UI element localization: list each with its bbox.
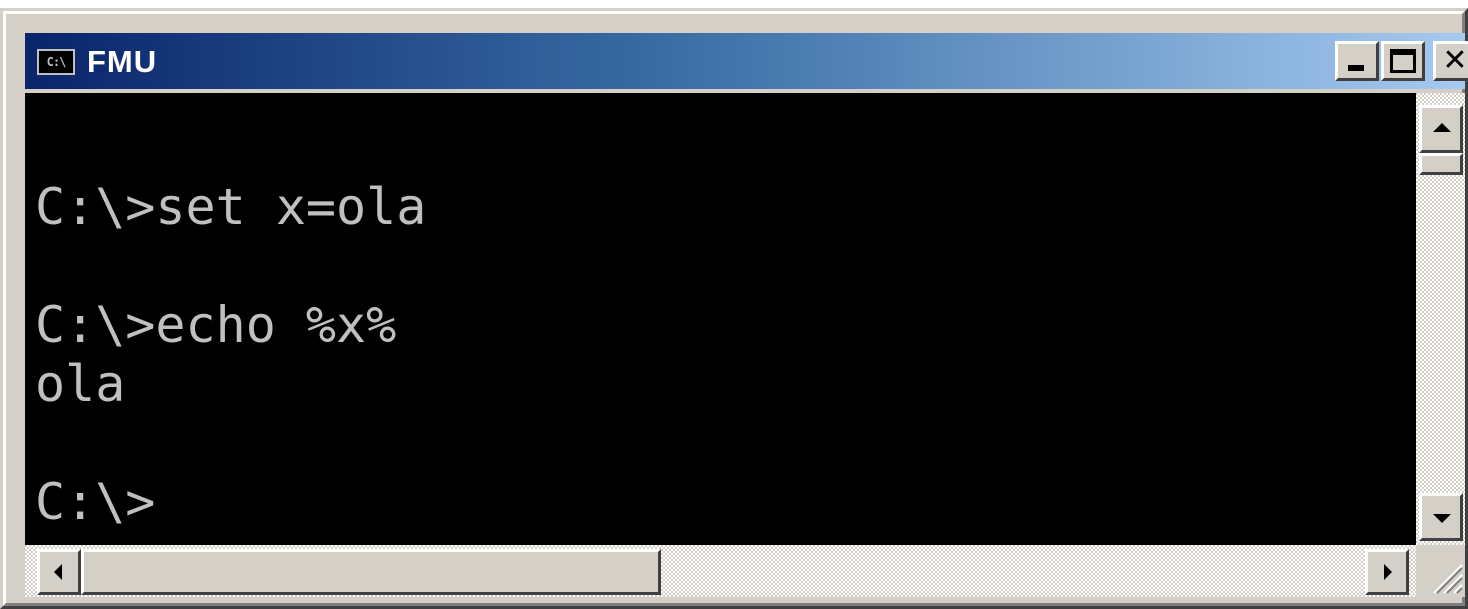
- console-lines: C:\>set x=ola C:\>echo %x% ola C:\>: [35, 119, 426, 532]
- title-bar[interactable]: C:\ FMU ✕: [25, 33, 1468, 89]
- arrow-down-icon: [1433, 514, 1451, 523]
- console-output[interactable]: C:\>set x=ola C:\>echo %x% ola C:\>: [25, 93, 1416, 545]
- vertical-scroll-thumb[interactable]: [1419, 153, 1463, 175]
- console-prompt-line: C:\>: [35, 473, 156, 531]
- arrow-up-icon: [1433, 123, 1451, 132]
- window-title: FMU: [87, 44, 158, 79]
- console-line: C:\>set x=ola: [35, 178, 427, 236]
- scroll-right-button[interactable]: [1365, 549, 1409, 595]
- console-window: C:\ FMU ✕ C:\>set x=ola C:\>echo %x% ola…: [0, 8, 1468, 609]
- scroll-left-button[interactable]: [37, 549, 81, 595]
- minimize-button[interactable]: [1335, 41, 1379, 81]
- console-line: C:\>echo %x%: [35, 296, 397, 354]
- console-line: ola: [35, 355, 126, 413]
- vertical-scrollbar[interactable]: [1416, 93, 1465, 545]
- maximize-button[interactable]: [1381, 41, 1425, 81]
- scroll-up-button[interactable]: [1419, 105, 1463, 153]
- console-icon[interactable]: C:\: [37, 49, 75, 75]
- scroll-down-button[interactable]: [1419, 493, 1463, 541]
- close-button[interactable]: ✕: [1433, 41, 1468, 81]
- maximize-icon: [1390, 49, 1416, 73]
- arrow-left-icon: [54, 564, 62, 580]
- close-icon: ✕: [1442, 43, 1468, 78]
- horizontal-scrollbar[interactable]: [25, 545, 1416, 597]
- resize-grip-icon[interactable]: [1416, 545, 1465, 597]
- horizontal-scroll-thumb[interactable]: [81, 549, 661, 595]
- minimize-icon: [1348, 65, 1364, 71]
- arrow-right-icon: [1384, 564, 1392, 580]
